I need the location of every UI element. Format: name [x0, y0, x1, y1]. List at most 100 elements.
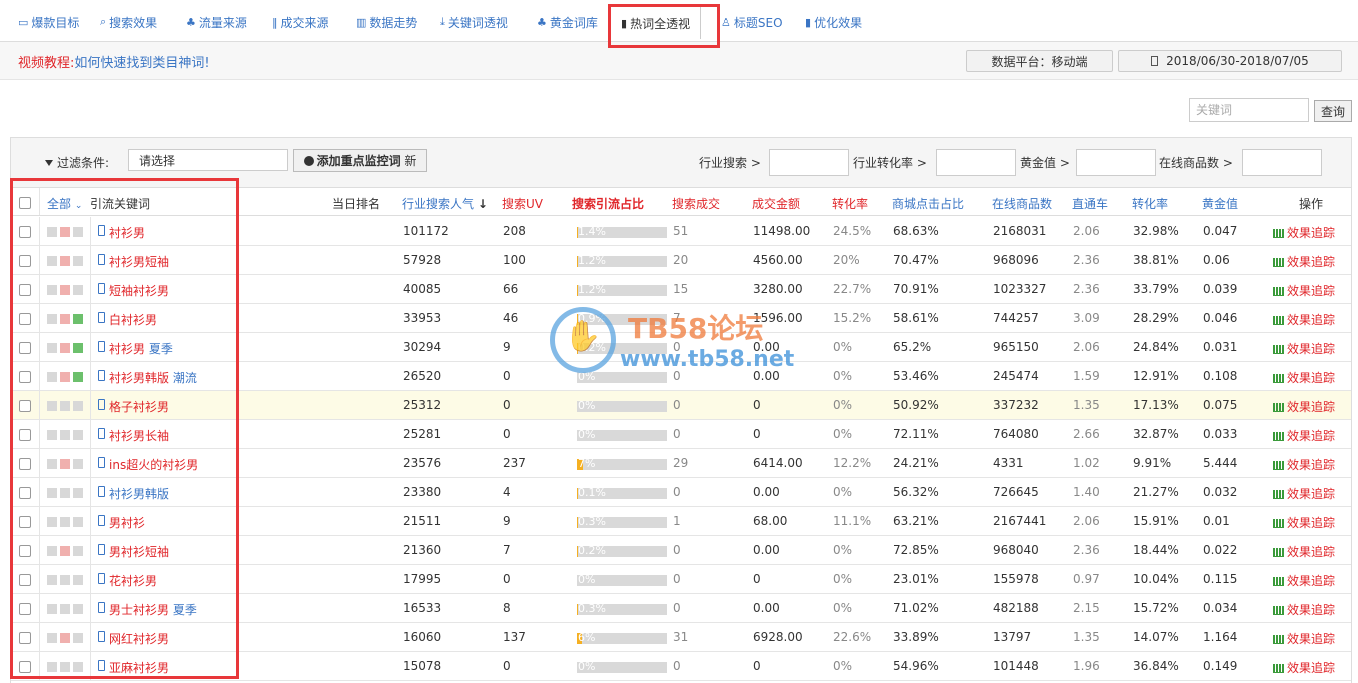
platform-button[interactable]: 数据平台：移动端 — [966, 50, 1113, 72]
effect-track-link[interactable]: 效果追踪 — [1273, 543, 1335, 560]
effect-track-link[interactable]: 效果追踪 — [1273, 427, 1335, 444]
header-share[interactable]: 搜索引流占比 — [572, 195, 644, 212]
effect-track-link[interactable]: 效果追踪 — [1273, 572, 1335, 589]
header-online[interactable]: 在线商品数 — [992, 195, 1052, 212]
cell-conv2: 9.91% — [1133, 456, 1172, 470]
tab-1[interactable]: ⌕ 搜索效果 — [100, 13, 157, 31]
effect-track-link[interactable]: 效果追踪 — [1273, 340, 1335, 357]
effect-track-link[interactable]: 效果追踪 — [1273, 282, 1335, 299]
header-ztc[interactable]: 直通车 — [1072, 195, 1108, 212]
header-all-dropdown[interactable]: 全部 ⌄ — [47, 195, 82, 212]
keyword-search-input[interactable] — [1189, 98, 1309, 122]
trend-square — [73, 604, 83, 614]
row-checkbox[interactable] — [19, 487, 31, 499]
effect-track-link[interactable]: 效果追踪 — [1273, 630, 1335, 647]
keyword-link[interactable]: 格子衬衫男 — [109, 398, 169, 415]
filter-select[interactable]: 请选择 — [128, 149, 288, 171]
keyword-link[interactable]: 衬衫男长袖 — [109, 427, 169, 444]
row-checkbox[interactable] — [19, 632, 31, 644]
header-deals[interactable]: 搜索成交 — [672, 195, 720, 212]
row-checkbox[interactable] — [19, 400, 31, 412]
tab-4[interactable]: ▥ 数据走势 — [356, 13, 417, 31]
share-bar: 0.2% — [577, 545, 667, 557]
query-button[interactable]: 查询 — [1314, 100, 1352, 122]
tab-2[interactable]: ♣ 流量来源 — [186, 13, 247, 31]
cell-conv: 0% — [833, 572, 853, 586]
keyword-link[interactable]: 衬衫男 — [109, 224, 145, 241]
row-checkbox[interactable] — [19, 661, 31, 673]
cell-conv: 20% — [833, 253, 860, 267]
phone-icon — [98, 225, 105, 236]
tab-9[interactable]: ▮ 优化效果 — [805, 13, 862, 31]
keyword-link[interactable]: 衬衫男韩版 — [109, 485, 169, 502]
row-checkbox[interactable] — [19, 603, 31, 615]
info-bar: 视频教程:如何快速找到类目神词! 数据平台：移动端 2018/06/30-201… — [0, 42, 1358, 80]
effect-track-link[interactable]: 效果追踪 — [1273, 456, 1335, 473]
cell-deals: 7 — [673, 311, 681, 325]
trend-square — [47, 343, 57, 353]
header-amount[interactable]: 成交金额 — [752, 195, 800, 212]
video-tutorial-link[interactable]: 如何快速找到类目神词! — [74, 56, 209, 71]
tab-5[interactable]: ⤓ 关键词透视 — [440, 13, 508, 31]
row-checkbox[interactable] — [19, 226, 31, 238]
effect-track-link[interactable]: 效果追踪 — [1273, 253, 1335, 270]
effect-track-link[interactable]: 效果追踪 — [1273, 224, 1335, 241]
filter-industry-search-input[interactable] — [769, 149, 849, 176]
header-gold[interactable]: 黄金值 — [1202, 195, 1238, 212]
keyword-link[interactable]: 男衬衫短袖 — [109, 543, 169, 560]
cell-ztc: 0.97 — [1073, 572, 1100, 586]
row-checkbox[interactable] — [19, 574, 31, 586]
effect-track-link[interactable]: 效果追踪 — [1273, 659, 1335, 676]
header-click-share[interactable]: 商城点击占比 — [892, 195, 964, 212]
bookmark-icon: ▮ — [621, 16, 628, 30]
video-tutorial[interactable]: 视频教程:如何快速找到类目神词! — [18, 52, 210, 71]
header-uv[interactable]: 搜索UV — [502, 195, 543, 212]
filter-industry-conv-input[interactable] — [936, 149, 1016, 176]
effect-track-link[interactable]: 效果追踪 — [1273, 369, 1335, 386]
tab-8[interactable]: ♙ 标题SEO — [721, 13, 783, 31]
cell-pop: 23576 — [403, 456, 442, 470]
tab-0[interactable]: ▭ 爆款目标 — [18, 13, 79, 31]
filter-online-input[interactable] — [1242, 149, 1322, 176]
row-checkbox[interactable] — [19, 313, 31, 325]
effect-track-link[interactable]: 效果追踪 — [1273, 485, 1335, 502]
add-monitor-word-button[interactable]: 添加重点监控词 新 — [293, 149, 427, 172]
filter-gold-input[interactable] — [1076, 149, 1156, 176]
effect-track-link[interactable]: 效果追踪 — [1273, 514, 1335, 531]
share-bar: 0.1% — [577, 487, 667, 499]
keyword-link[interactable]: 网红衬衫男 — [109, 630, 169, 647]
keyword-link[interactable]: 男士衬衫男 夏季 — [109, 601, 197, 618]
header-conv[interactable]: 转化率 — [832, 195, 868, 212]
keyword-link[interactable]: 衬衫男韩版 潮流 — [109, 369, 197, 386]
keyword-link[interactable]: 衬衫男 夏季 — [109, 340, 173, 357]
row-checkbox[interactable] — [19, 458, 31, 470]
tab-3[interactable]: ‖ 成交来源 — [272, 13, 329, 31]
select-all-checkbox[interactable] — [19, 197, 31, 209]
header-search-pop[interactable]: 行业搜索人气 ↓ — [402, 195, 488, 212]
keyword-link[interactable]: 短袖衬衫男 — [109, 282, 169, 299]
header-conv2[interactable]: 转化率 — [1132, 195, 1168, 212]
keyword-link[interactable]: ins超火的衬衫男 — [109, 456, 198, 473]
keyword-link[interactable]: 衬衫男短袖 — [109, 253, 169, 270]
bar-chart-icon — [1273, 287, 1284, 296]
row-checkbox[interactable] — [19, 342, 31, 354]
keyword-link[interactable]: 男衬衫 — [109, 514, 145, 531]
tab-7[interactable]: ▮ 热词全透视 — [610, 6, 702, 39]
cell-click: 72.11% — [893, 427, 939, 441]
share-bar: 1.2% — [577, 284, 667, 296]
row-checkbox[interactable] — [19, 429, 31, 441]
cell-online: 101448 — [993, 659, 1039, 673]
effect-track-link[interactable]: 效果追踪 — [1273, 311, 1335, 328]
row-checkbox[interactable] — [19, 371, 31, 383]
date-range-button[interactable]: 2018/06/30-2018/07/05 — [1118, 50, 1342, 72]
row-checkbox[interactable] — [19, 255, 31, 267]
effect-track-link[interactable]: 效果追踪 — [1273, 601, 1335, 618]
row-checkbox[interactable] — [19, 545, 31, 557]
row-checkbox[interactable] — [19, 516, 31, 528]
row-checkbox[interactable] — [19, 284, 31, 296]
tab-6[interactable]: ♣ 黄金词库 — [537, 13, 598, 31]
keyword-link[interactable]: 白衬衫男 — [109, 311, 157, 328]
effect-track-link[interactable]: 效果追踪 — [1273, 398, 1335, 415]
keyword-link[interactable]: 亚麻衬衫男 — [109, 659, 169, 676]
keyword-link[interactable]: 花衬衫男 — [109, 572, 157, 589]
